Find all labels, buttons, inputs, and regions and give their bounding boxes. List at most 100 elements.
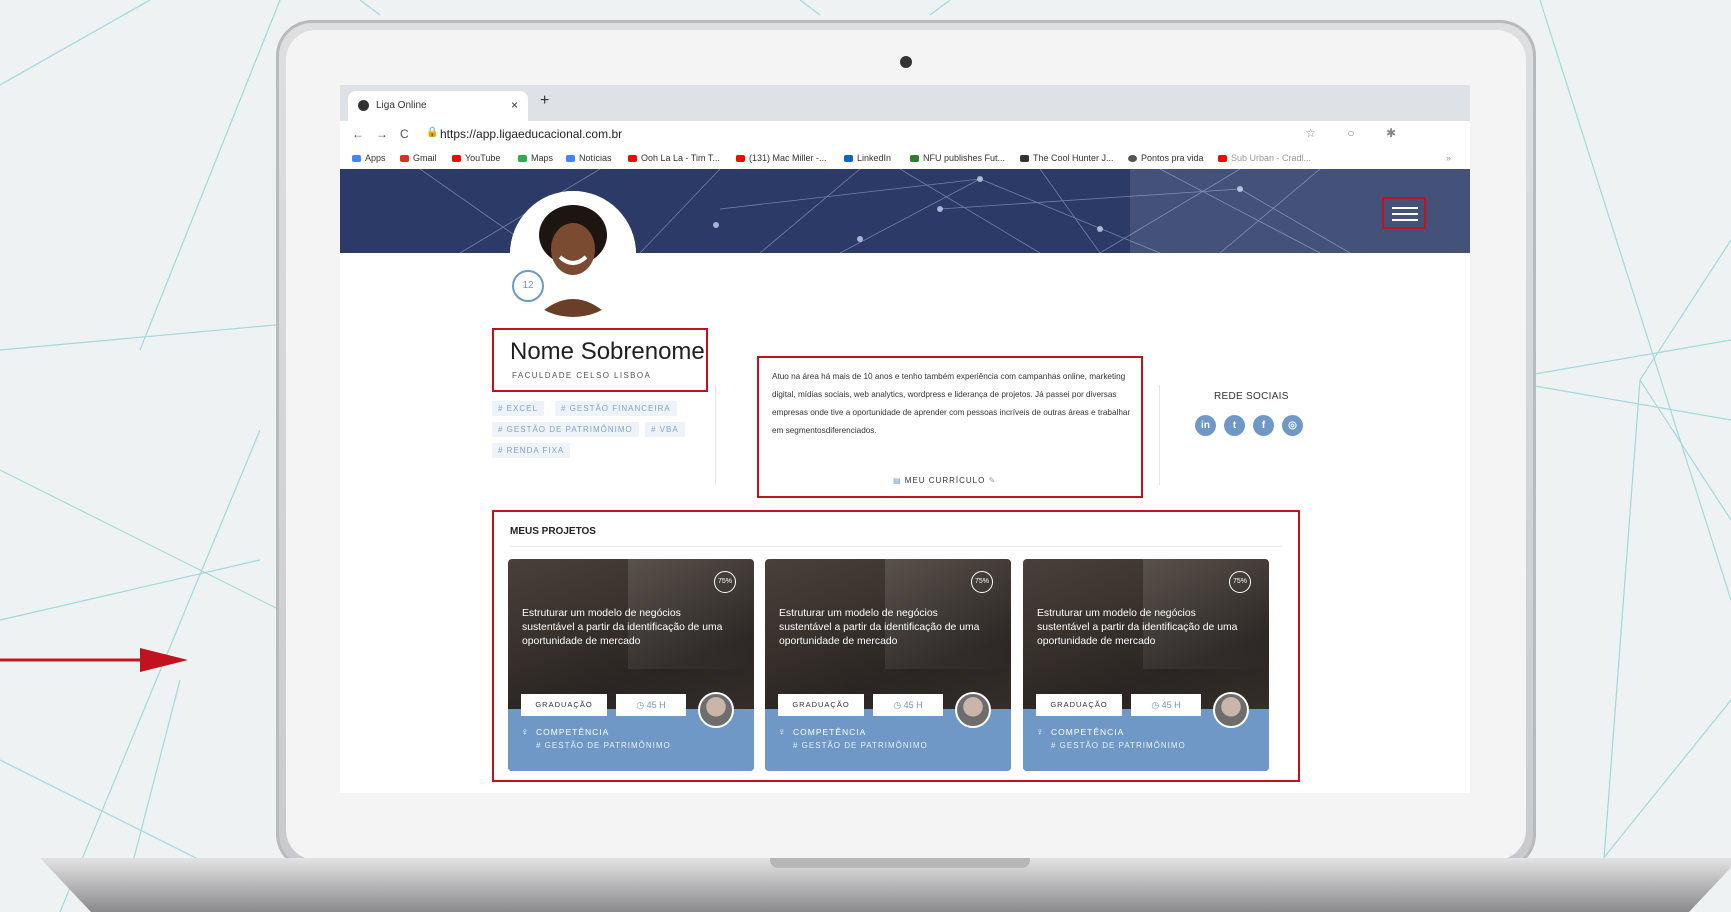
- bookmark-site-icon: [910, 155, 919, 162]
- bookmark-item[interactable]: Maps: [518, 153, 553, 163]
- competence-label: COMPETÊNCIA: [793, 727, 867, 737]
- bookmark-item[interactable]: The Cool Hunter J...: [1020, 153, 1114, 163]
- lightbulb-icon: ♀: [778, 727, 786, 738]
- project-title: Estruturar um modelo de negócios sustent…: [779, 608, 980, 647]
- bookmark-item[interactable]: NFU publishes Fut...: [910, 153, 1005, 163]
- pencil-icon: ✎: [985, 476, 997, 485]
- bookmark-item[interactable]: Sub Urban - Cradl...: [1218, 153, 1311, 163]
- project-title: Estruturar um modelo de negócios sustent…: [522, 608, 723, 647]
- project-title: Estruturar um modelo de negócios sustent…: [1037, 608, 1238, 647]
- bookmarks-bar: Apps Gmail YouTube Maps Notícias Ooh La …: [340, 147, 1470, 170]
- browser-tab[interactable]: Liga Online ×: [348, 91, 528, 121]
- hours-chip: ◷ 45 H: [1131, 694, 1201, 716]
- progress-badge: 75%: [1229, 571, 1251, 593]
- mentor-avatar: [1213, 692, 1249, 728]
- project-card[interactable]: 75% Estruturar um modelo de negócios sus…: [1023, 559, 1269, 771]
- progress-badge: 75%: [971, 571, 993, 593]
- hours-chip: ◷ 45 H: [873, 694, 943, 716]
- profile-name-block: Nome Sobrenome FACULDADE CELSO LISBOA: [492, 328, 708, 392]
- profile-school: FACULDADE CELSO LISBOA: [512, 371, 652, 380]
- youtube-icon: [1218, 155, 1227, 162]
- maps-icon: [518, 155, 527, 162]
- reload-icon[interactable]: C: [400, 127, 409, 141]
- bookmark-site-icon: [1020, 155, 1029, 162]
- bookmark-item[interactable]: LinkedIn: [844, 153, 891, 163]
- url-field[interactable]: https://app.ligaeducacional.com.br: [440, 127, 622, 141]
- document-icon: ▤: [893, 476, 905, 485]
- back-icon[interactable]: ←: [352, 127, 364, 141]
- hours-chip: ◷ 45 H: [616, 694, 686, 716]
- youtube-icon: [452, 155, 461, 162]
- profile-name: Nome Sobrenome: [510, 338, 705, 365]
- section-divider: [1159, 385, 1160, 485]
- camera-icon: [900, 56, 912, 68]
- address-bar-icons[interactable]: ☆ ○ ✱: [1305, 126, 1410, 140]
- mentor-avatar: [698, 692, 734, 728]
- skill-tag[interactable]: # EXCEL: [492, 401, 544, 416]
- youtube-icon: [628, 155, 637, 162]
- lightbulb-icon: ♀: [1036, 727, 1044, 738]
- lock-icon: 🔒: [426, 127, 439, 138]
- new-tab-button[interactable]: +: [540, 92, 549, 110]
- network-pattern: [419, 169, 1470, 253]
- menu-line-icon: [1392, 219, 1418, 221]
- projects-section: MEUS PROJETOS 75% Estruturar um modelo d…: [492, 510, 1300, 782]
- tab-bar: Liga Online × +: [340, 85, 1470, 121]
- bookmark-item[interactable]: Ooh La La - Tim T...: [628, 153, 720, 163]
- project-card[interactable]: 75% Estruturar um modelo de negócios sus…: [765, 559, 1011, 771]
- menu-line-icon: [1392, 207, 1418, 209]
- social-title: REDE SOCIAIS: [1214, 391, 1289, 402]
- competence-label: COMPETÊNCIA: [536, 727, 610, 737]
- resume-link[interactable]: ▤ MEU CURRÍCULO ✎: [893, 476, 996, 485]
- level-chip: GRADUAÇÃO: [521, 694, 607, 716]
- bookmark-item[interactable]: Notícias: [566, 153, 612, 163]
- project-card[interactable]: 75% Estruturar um modelo de negócios sus…: [508, 559, 754, 771]
- bookmark-item[interactable]: YouTube: [452, 153, 500, 163]
- bio-block: Atuo na área há mais de 10 anos e tenho …: [757, 356, 1143, 498]
- skill-tag[interactable]: # RENDA FIXA: [492, 443, 571, 458]
- section-divider: [715, 385, 716, 485]
- mentor-avatar: [955, 692, 991, 728]
- skill-tag[interactable]: # GESTÃO FINANCEIRA: [555, 401, 677, 416]
- news-icon: [566, 155, 575, 162]
- bookmark-item[interactable]: Pontos pra vida: [1128, 153, 1204, 163]
- hamburger-menu-button[interactable]: [1382, 197, 1426, 229]
- gmail-icon: [400, 155, 409, 162]
- laptop-notch: [770, 858, 1030, 868]
- linkedin-icon[interactable]: in: [1195, 415, 1216, 436]
- menu-line-icon: [1392, 213, 1418, 215]
- browser-window: Liga Online × + ← → C 🔒 https://app.liga…: [340, 85, 1470, 793]
- lightbulb-icon: ♀: [521, 727, 529, 738]
- youtube-icon: [736, 155, 745, 162]
- projects-title: MEUS PROJETOS: [510, 526, 596, 537]
- competence-label: COMPETÊNCIA: [1051, 727, 1125, 737]
- bookmark-item[interactable]: Gmail: [400, 153, 437, 163]
- instagram-icon[interactable]: ◎: [1282, 415, 1303, 436]
- level-chip: GRADUAÇÃO: [778, 694, 864, 716]
- bio-text: Atuo na área há mais de 10 anos e tenho …: [772, 372, 1131, 435]
- facebook-icon[interactable]: f: [1253, 415, 1274, 436]
- forward-icon[interactable]: →: [376, 127, 388, 141]
- competence-skill: # GESTÃO DE PATRIMÔNIMO: [793, 741, 928, 750]
- globe-icon: [1128, 155, 1137, 162]
- projects-divider: [510, 546, 1282, 547]
- pointer-arrow: [0, 648, 188, 672]
- bookmark-item[interactable]: (131) Mac Miller -...: [736, 153, 827, 163]
- skill-tag[interactable]: # VBA: [645, 422, 685, 437]
- twitter-icon[interactable]: t: [1224, 415, 1245, 436]
- bookmarks-overflow[interactable]: »: [1446, 153, 1451, 163]
- skill-tag[interactable]: # GESTÃO DE PATRIMÔNIMO: [492, 422, 639, 437]
- address-bar: ← → C 🔒 https://app.ligaeducacional.com.…: [340, 121, 1470, 147]
- progress-badge: 75%: [714, 571, 736, 593]
- close-tab-icon[interactable]: ×: [511, 98, 518, 112]
- competence-skill: # GESTÃO DE PATRIMÔNIMO: [536, 741, 671, 750]
- bookmark-item[interactable]: Apps: [352, 153, 386, 163]
- linkedin-icon: [844, 155, 853, 162]
- level-chip: GRADUAÇÃO: [1036, 694, 1122, 716]
- apps-icon: [352, 155, 361, 162]
- competence-skill: # GESTÃO DE PATRIMÔNIMO: [1051, 741, 1186, 750]
- favicon-icon: [358, 100, 369, 111]
- level-badge: 12: [512, 270, 544, 302]
- profile-banner: [340, 169, 1470, 253]
- tab-title: Liga Online: [376, 100, 427, 111]
